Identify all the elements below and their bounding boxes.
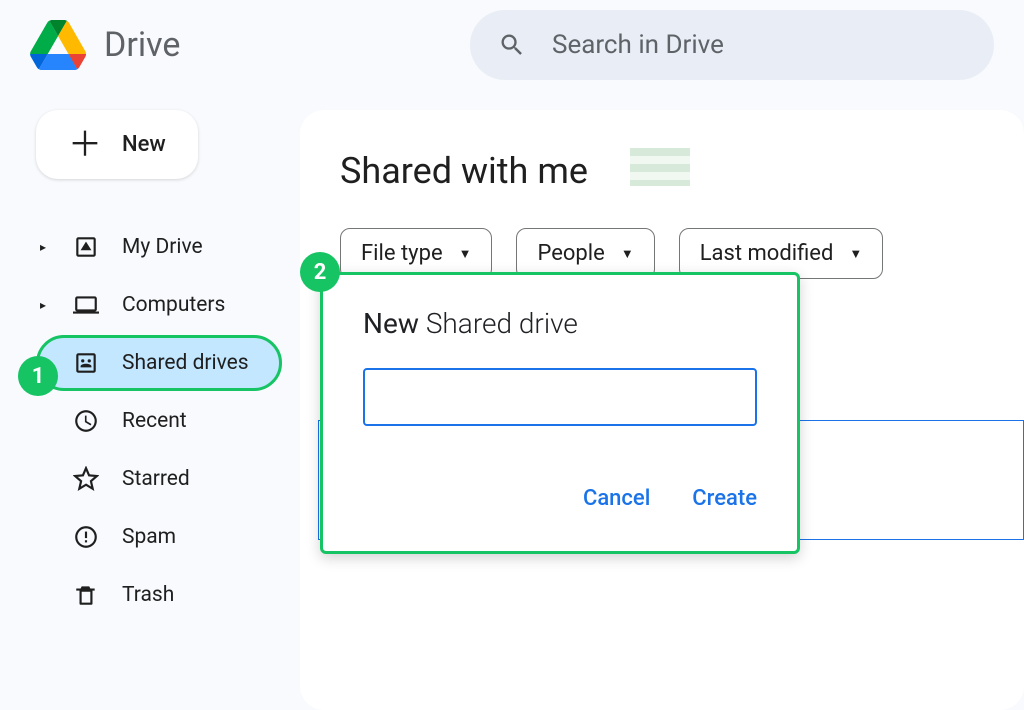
filter-label: File type (361, 241, 443, 266)
sidebar-item-starred[interactable]: Starred (36, 451, 282, 507)
filter-label: People (537, 241, 604, 266)
annotation-badge-2: 2 (300, 252, 340, 292)
app-name: Drive (104, 25, 180, 65)
chevron-down-icon: ▼ (849, 246, 862, 262)
filter-label: Last modified (700, 241, 834, 266)
caret-icon: ▸ (36, 240, 50, 254)
shared-drives-icon (72, 350, 100, 376)
sidebar-item-my-drive[interactable]: ▸ My Drive (36, 219, 282, 275)
dialog-title: New Shared drive (363, 307, 757, 340)
sidebar-item-label: Trash (122, 583, 174, 607)
shared-drive-name-input[interactable] (363, 368, 757, 426)
computers-icon (72, 292, 100, 318)
sidebar-item-label: Computers (122, 293, 225, 317)
trash-icon (72, 582, 100, 608)
sidebar-item-label: Spam (122, 525, 176, 549)
sidebar-item-shared-drives[interactable]: Shared drives (36, 335, 282, 391)
sidebar-item-spam[interactable]: Spam (36, 509, 282, 565)
sidebar-item-label: Shared drives (122, 351, 249, 375)
sidebar-item-label: Recent (122, 409, 187, 433)
new-button-label: New (122, 132, 166, 157)
sidebar-item-label: Starred (122, 467, 190, 491)
search-placeholder: Search in Drive (552, 30, 724, 60)
starred-icon (72, 466, 100, 492)
sidebar-item-label: My Drive (122, 235, 203, 259)
app-logo-area: Drive (30, 20, 470, 70)
recent-icon (72, 408, 100, 434)
sidebar-item-recent[interactable]: Recent (36, 393, 282, 449)
spreadsheet-thumbnail-hint (630, 148, 690, 186)
search-input[interactable]: Search in Drive (470, 10, 994, 80)
sidebar-item-trash[interactable]: Trash (36, 567, 282, 623)
sidebar-item-computers[interactable]: ▸ Computers (36, 277, 282, 333)
new-button[interactable]: ＋ New (36, 110, 198, 179)
chevron-down-icon: ▼ (621, 246, 634, 262)
new-shared-drive-dialog: New Shared drive Cancel Create (320, 272, 800, 554)
chevron-down-icon: ▼ (459, 246, 472, 262)
spam-icon (72, 524, 100, 550)
drive-logo-icon (30, 20, 86, 70)
search-icon (498, 31, 526, 59)
cancel-button[interactable]: Cancel (583, 486, 650, 511)
create-button[interactable]: Create (692, 486, 757, 511)
caret-icon: ▸ (36, 298, 50, 312)
drive-icon (72, 234, 100, 260)
annotation-badge-1: 1 (18, 356, 58, 396)
